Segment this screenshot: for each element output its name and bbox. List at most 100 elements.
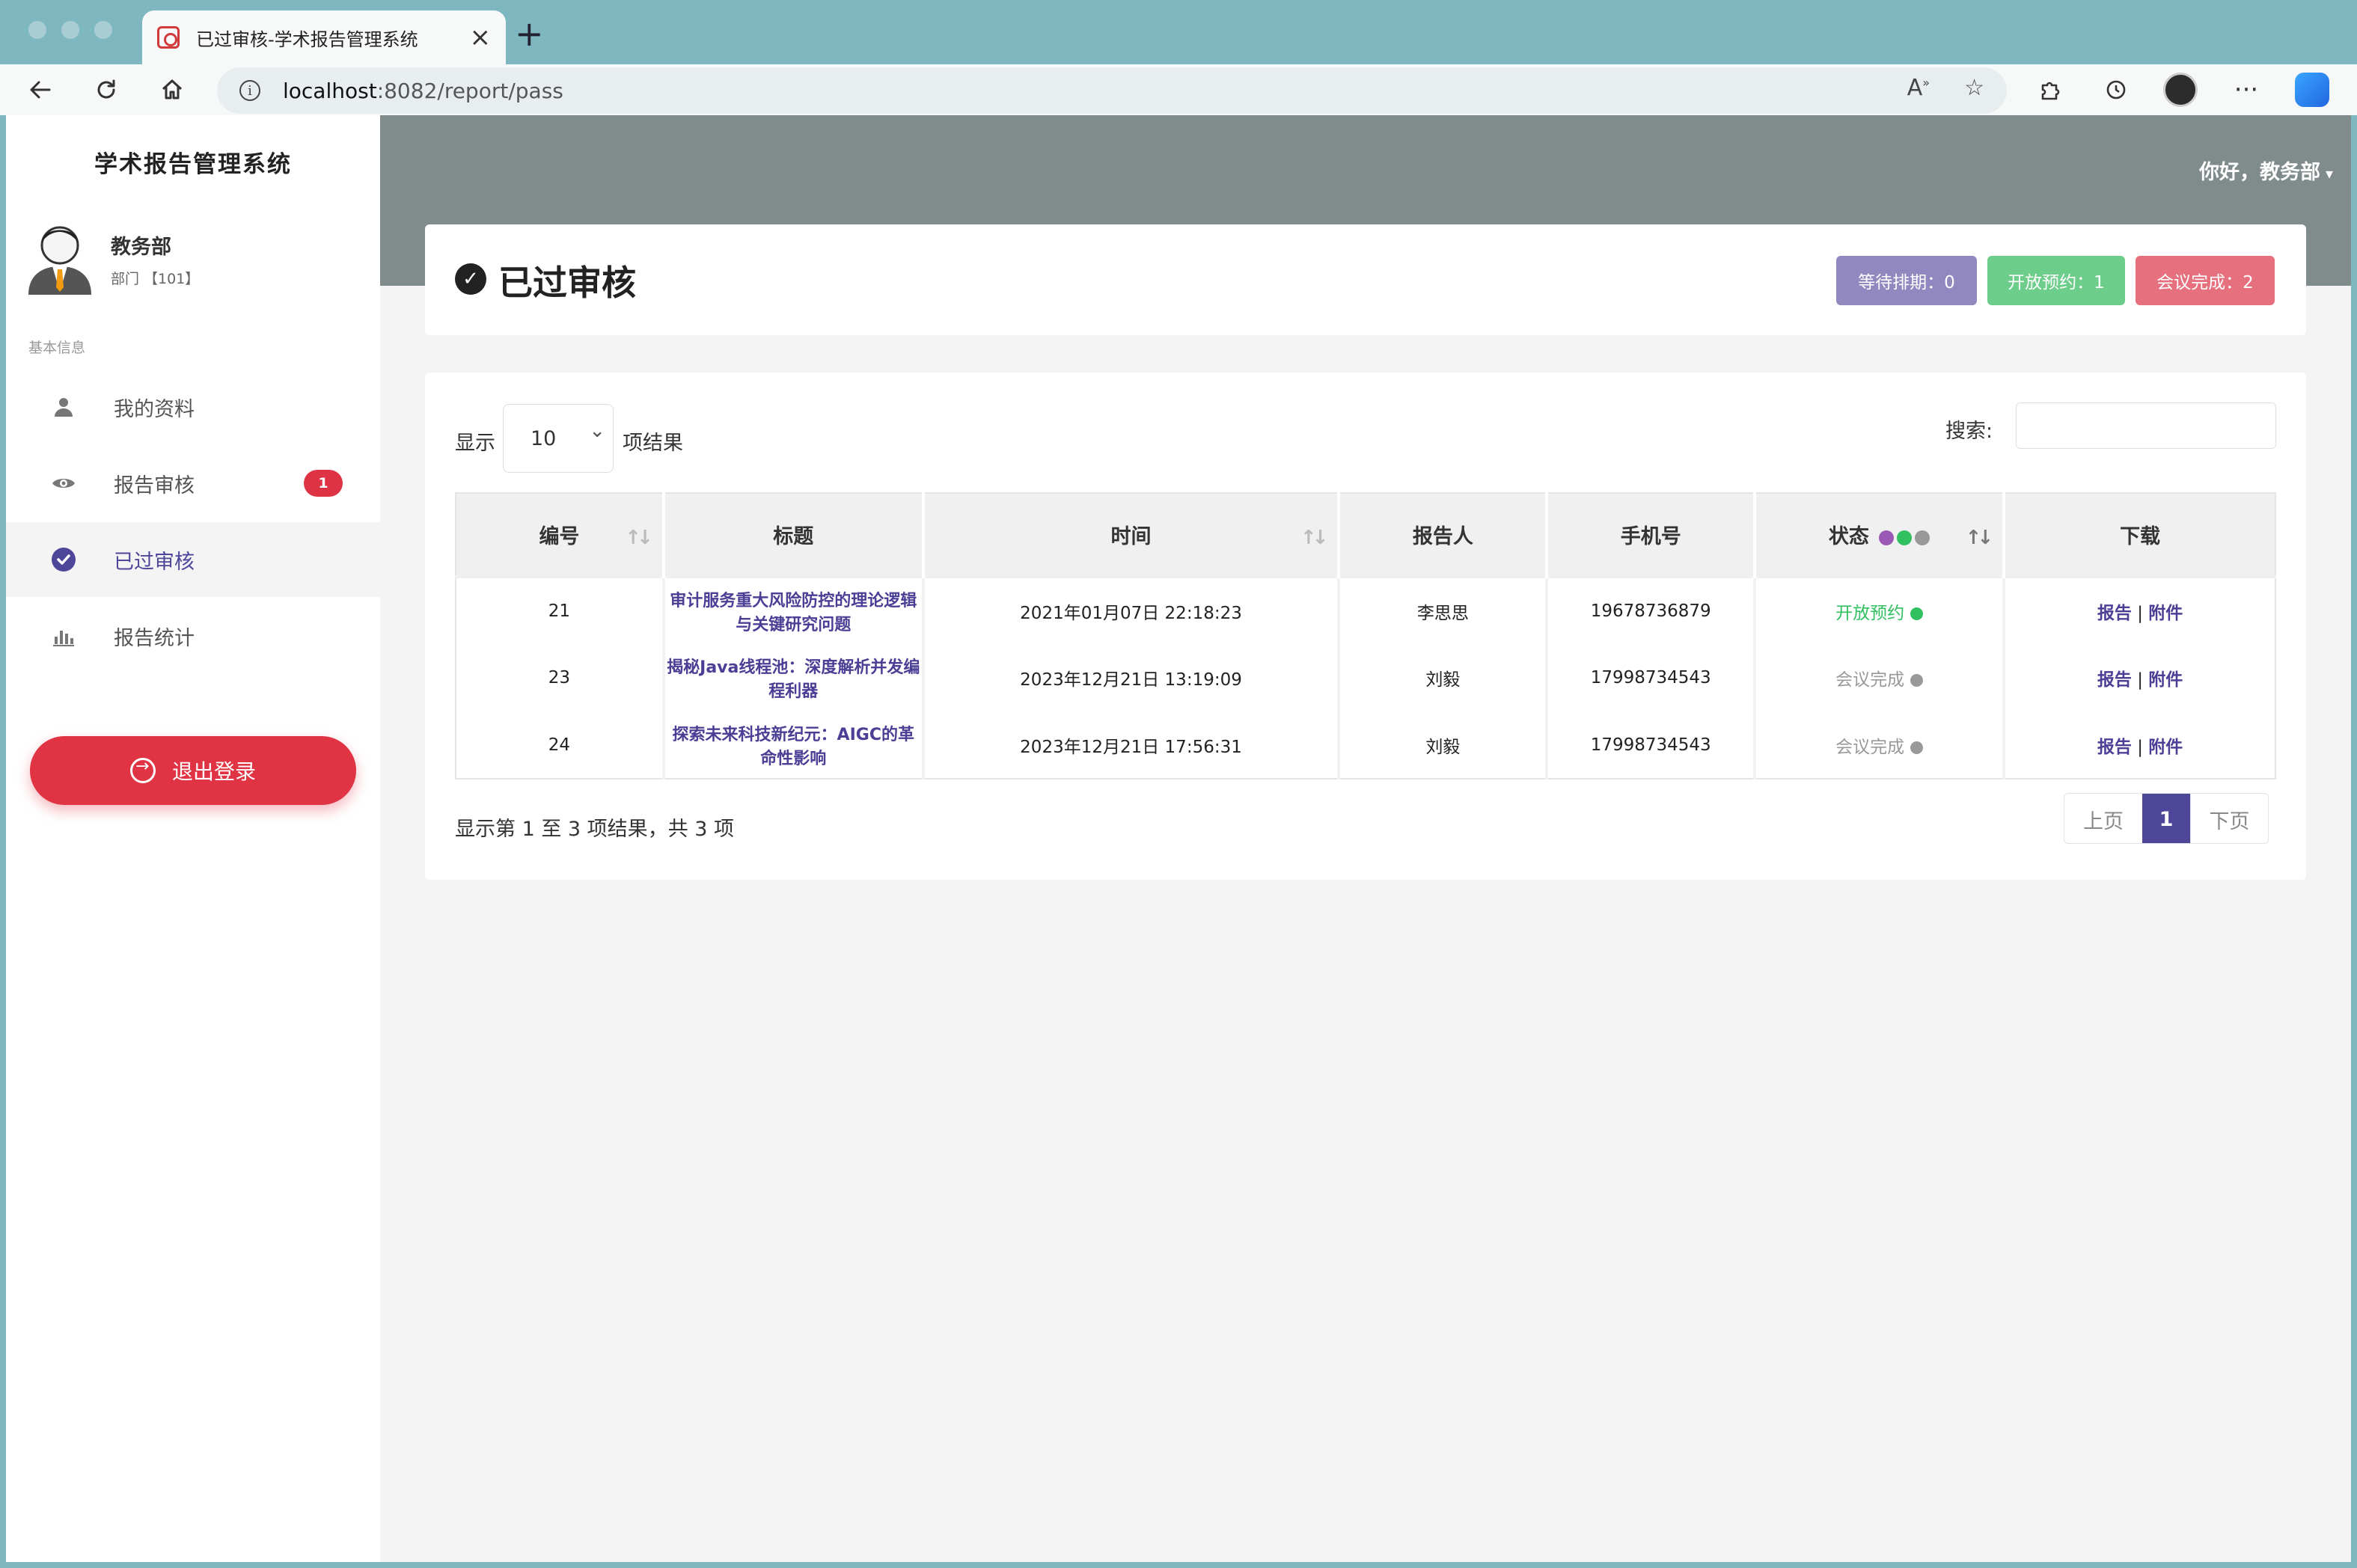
show-label: 显示 bbox=[455, 432, 495, 455]
column-header-status[interactable]: 状态 ↑↓ bbox=[1755, 493, 2006, 577]
logout-icon bbox=[129, 757, 156, 783]
user-name: 教务部 bbox=[111, 236, 171, 259]
browser-tab[interactable]: 已过审核-学术报告管理系统 × bbox=[142, 10, 506, 64]
column-header-time[interactable]: 时间 ↑↓ bbox=[923, 493, 1341, 577]
maximize-window-button[interactable] bbox=[94, 21, 112, 39]
site-info-icon[interactable]: i bbox=[239, 80, 260, 101]
separator: | bbox=[2137, 604, 2143, 623]
pagination: 上页 1 下页 bbox=[2064, 793, 2269, 844]
page-title: 已过审核 bbox=[498, 263, 636, 303]
reports-table: 编号 ↑↓ 标题 时间 ↑↓ 报告人 手机号 状态 ↑↓ 下载 21 审计服务重… bbox=[455, 492, 2276, 780]
new-tab-icon[interactable]: + bbox=[515, 16, 544, 51]
cell-id: 21 bbox=[456, 575, 665, 644]
more-options-icon[interactable]: ··· bbox=[2228, 72, 2264, 108]
report-title-link[interactable]: 探索未来科技新纪元：AIGC的革命性影响 bbox=[663, 711, 925, 779]
status-dot bbox=[1910, 741, 1924, 754]
sidebar-item-report-review[interactable]: 报告审核 1 bbox=[6, 446, 380, 521]
cell-id: 23 bbox=[456, 644, 665, 711]
page-1-button[interactable]: 1 bbox=[2142, 794, 2190, 843]
url-host: localhost bbox=[283, 78, 377, 103]
status-legend-dot bbox=[1897, 530, 1913, 545]
browser-window: 已过审核-学术报告管理系统 × + i localhost:8082/repor… bbox=[0, 0, 2357, 1568]
bar-chart-icon bbox=[51, 623, 76, 649]
page-length-select[interactable]: 10 bbox=[503, 404, 614, 473]
tab-strip: 已过审核-学术报告管理系统 × + bbox=[0, 0, 2357, 64]
app-page: 学术报告管理系统 教务部 部门 【101】 基本信息 我的资料 报告审核 1 已… bbox=[6, 115, 2351, 1562]
cell-download: 报告 | 附件 bbox=[2004, 644, 2275, 711]
cell-time: 2021年01月07日 22:18:23 bbox=[923, 575, 1341, 644]
cell-id: 24 bbox=[456, 711, 665, 779]
search-label: 搜索: bbox=[1945, 420, 1993, 443]
window-controls bbox=[28, 21, 112, 39]
favorite-star-icon[interactable]: ☆ bbox=[1964, 75, 1984, 101]
table-row: 21 审计服务重大风险防控的理论逻辑与关键研究问题 2021年01月07日 22… bbox=[456, 575, 2275, 644]
status-text: 会议完成 bbox=[1835, 737, 1905, 757]
cell-speaker: 刘毅 bbox=[1339, 711, 1549, 779]
cell-download: 报告 | 附件 bbox=[2004, 711, 2275, 779]
download-attachment-link[interactable]: 附件 bbox=[2148, 738, 2183, 757]
user-menu-toggle[interactable]: 你好，教务部 bbox=[2199, 156, 2333, 185]
site-favicon-icon bbox=[157, 26, 180, 49]
user-avatar-icon bbox=[28, 226, 91, 295]
separator: | bbox=[2137, 670, 2143, 690]
sidebar-item-label: 报告审核 bbox=[114, 474, 195, 497]
column-header-phone: 手机号 bbox=[1547, 493, 1757, 577]
sort-desc-icon[interactable]: ↑↓ bbox=[1966, 527, 1993, 549]
download-report-link[interactable]: 报告 bbox=[2097, 604, 2132, 623]
address-bar[interactable]: i localhost:8082/report/pass A» ☆ bbox=[217, 67, 2007, 114]
app-brand: 学术报告管理系统 bbox=[94, 151, 292, 178]
meeting-done-badge: 会议完成：2 bbox=[2136, 256, 2275, 305]
download-attachment-link[interactable]: 附件 bbox=[2148, 604, 2183, 623]
report-title-link[interactable]: 揭秘Java线程池：深度解析并发编程利器 bbox=[663, 644, 925, 711]
status-dot bbox=[1910, 674, 1924, 687]
user-icon bbox=[51, 394, 76, 420]
table-card: 显示 10 项结果 搜索: 编号↑↓ 标题 时间↑↓ 报告人 bbox=[425, 373, 2306, 880]
sidebar-item-label: 已过审核 bbox=[114, 550, 195, 574]
report-title-link[interactable]: 审计服务重大风险防控的理论逻辑与关键研究问题 bbox=[663, 575, 925, 644]
cell-status: 会议完成 bbox=[1755, 644, 2006, 711]
tab-close-icon[interactable]: × bbox=[470, 25, 492, 50]
check-circle-icon bbox=[51, 547, 76, 572]
download-report-link[interactable]: 报告 bbox=[2097, 670, 2132, 690]
extensions-icon[interactable] bbox=[2032, 72, 2068, 108]
cell-download: 报告 | 附件 bbox=[2004, 575, 2275, 644]
url-path: :8082/report/pass bbox=[376, 78, 563, 103]
history-icon[interactable] bbox=[2098, 72, 2134, 108]
column-header-title[interactable]: 标题 bbox=[663, 493, 925, 577]
home-icon[interactable] bbox=[154, 72, 190, 108]
cell-phone: 19678736879 bbox=[1547, 575, 1757, 644]
next-page-button[interactable]: 下页 bbox=[2190, 794, 2268, 843]
sidebar-item-statistics[interactable]: 报告统计 bbox=[6, 598, 380, 673]
cell-time: 2023年12月21日 17:56:31 bbox=[923, 711, 1341, 779]
prev-page-button[interactable]: 上页 bbox=[2064, 794, 2142, 843]
sort-icon[interactable]: ↑↓ bbox=[625, 527, 652, 549]
sidebar-item-passed-review[interactable]: 已过审核 bbox=[6, 522, 380, 597]
copilot-icon[interactable] bbox=[2294, 72, 2330, 108]
cell-phone: 17998734543 bbox=[1547, 644, 1757, 711]
title-card: ✓ 已过审核 等待排期：0 开放预约：1 会议完成：2 bbox=[425, 224, 2306, 335]
cell-speaker: 刘毅 bbox=[1339, 644, 1549, 711]
sidebar: 学术报告管理系统 教务部 部门 【101】 基本信息 我的资料 报告审核 1 已… bbox=[6, 115, 380, 1562]
logout-button[interactable]: 退出登录 bbox=[30, 736, 356, 805]
sidebar-item-profile[interactable]: 我的资料 bbox=[6, 370, 380, 444]
read-aloud-icon[interactable]: A» bbox=[1907, 75, 1930, 101]
back-icon[interactable] bbox=[22, 72, 58, 108]
status-legend-dot bbox=[1915, 530, 1930, 545]
sort-icon[interactable]: ↑↓ bbox=[1300, 527, 1328, 549]
table-row: 23 揭秘Java线程池：深度解析并发编程利器 2023年12月21日 13:1… bbox=[456, 644, 2275, 711]
status-text: 开放预约 bbox=[1835, 604, 1905, 623]
reload-icon[interactable] bbox=[88, 72, 124, 108]
minimize-window-button[interactable] bbox=[61, 21, 79, 39]
table-info: 显示第 1 至 3 项结果，共 3 项 bbox=[455, 818, 735, 841]
status-legend-dot bbox=[1879, 530, 1895, 545]
download-report-link[interactable]: 报告 bbox=[2097, 738, 2132, 757]
user-department: 部门 【101】 bbox=[111, 271, 200, 287]
column-header-id[interactable]: 编号 ↑↓ bbox=[456, 493, 665, 577]
cell-time: 2023年12月21日 13:19:09 bbox=[923, 644, 1341, 711]
search-input[interactable] bbox=[2016, 402, 2276, 449]
close-window-button[interactable] bbox=[28, 21, 46, 39]
open-booking-badge: 开放预约：1 bbox=[1987, 256, 2125, 305]
download-attachment-link[interactable]: 附件 bbox=[2148, 670, 2183, 690]
table-row: 24 探索未来科技新纪元：AIGC的革命性影响 2023年12月21日 17:5… bbox=[456, 711, 2275, 779]
profile-avatar-icon[interactable] bbox=[2162, 72, 2198, 108]
